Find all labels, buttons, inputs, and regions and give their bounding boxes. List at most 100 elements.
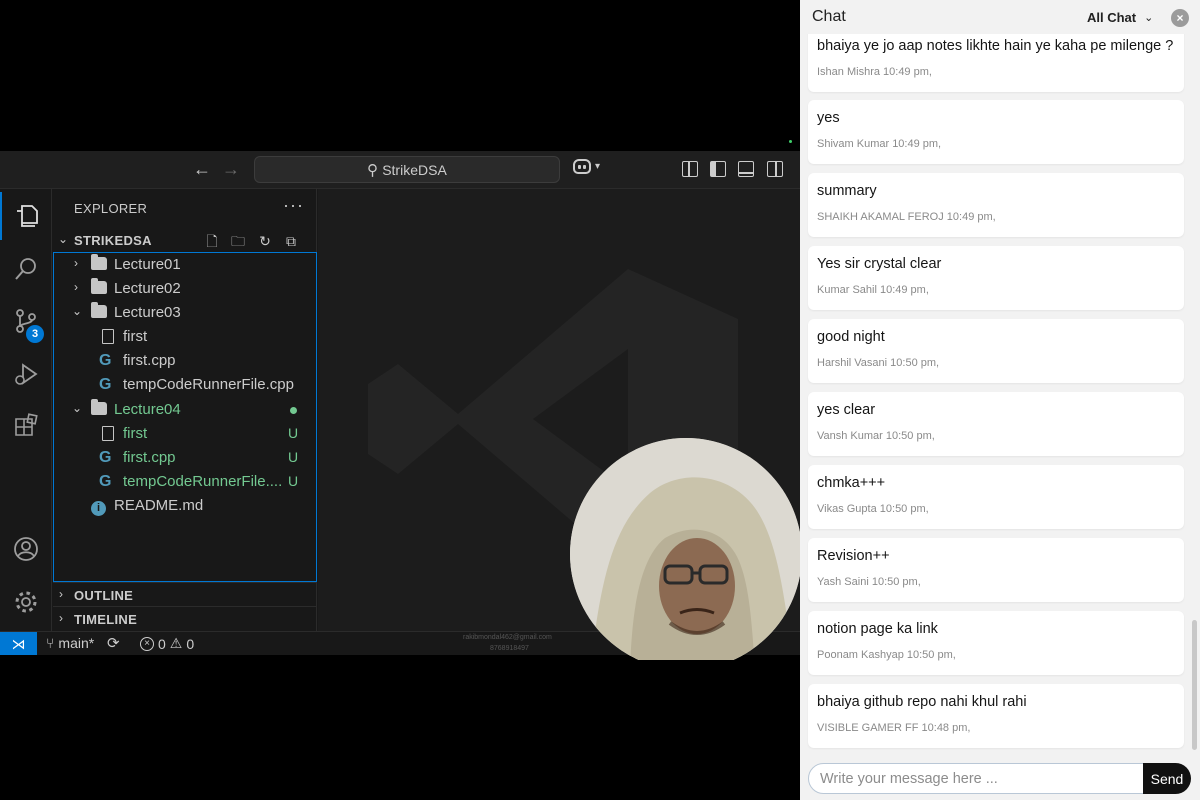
info-icon: i [91, 498, 106, 516]
chat-message: good night Harshil Vasani 10:50 pm, [808, 319, 1184, 383]
chat-message: notion page ka link Poonam Kashyap 10:50… [808, 611, 1184, 675]
tree-item-file[interactable]: first U [54, 422, 314, 446]
command-center-search[interactable]: ⚲ StrikeDSA [254, 156, 560, 183]
explorer-sidebar: EXPLORER ··· ⌄ STRIKEDSA 🗋 🗀 ↻ ⧉ › Lectu… [53, 189, 317, 631]
chevron-right-icon: › [74, 256, 78, 270]
outline-section[interactable]: › OUTLINE [53, 582, 317, 606]
modified-dot [290, 407, 297, 414]
workspace-header[interactable]: ⌄ STRIKEDSA 🗋 🗀 ↻ ⧉ [53, 229, 317, 253]
tree-item-folder[interactable]: › Lecture01 [54, 253, 314, 277]
message-text: bhaiya ye jo aap notes likhte hain ye ka… [817, 38, 1174, 54]
run-debug-icon[interactable] [0, 350, 52, 398]
copilot-icon [573, 159, 591, 174]
timeline-section[interactable]: › TIMELINE [53, 606, 317, 630]
tree-item-file[interactable]: first [54, 325, 314, 349]
message-meta: SHAIKH AKAMAL FEROJ 10:49 pm, [817, 211, 996, 223]
tree-item-label: tempCodeRunnerFile.cpp [123, 376, 294, 393]
cpp-file-icon: G [99, 376, 112, 393]
chat-message: chmka+++ Vikas Gupta 10:50 pm, [808, 465, 1184, 529]
git-branch[interactable]: ⑂ main* [46, 635, 94, 651]
workspace-name: STRIKEDSA [74, 233, 152, 248]
chat-message-input[interactable] [808, 763, 1148, 794]
presenter-video [570, 438, 802, 670]
tree-item-label: README.md [114, 497, 204, 514]
message-text: Revision++ [817, 548, 890, 564]
webcam-clip [570, 660, 810, 680]
tree-item-label: first.cpp [123, 449, 176, 466]
cpp-file-icon: G [99, 449, 112, 466]
chevron-down-icon: ⌄ [72, 401, 83, 415]
chat-filter-dropdown[interactable]: All Chat ⌄ [1087, 10, 1153, 25]
extensions-icon[interactable] [0, 403, 52, 451]
toggle-panel-icon[interactable] [738, 161, 754, 177]
git-status-badge: U [288, 425, 299, 441]
tree-item-folder[interactable]: ⌄ Lecture03 [54, 301, 314, 325]
chevron-down-icon: ⌄ [1144, 12, 1154, 24]
tree-item-file[interactable]: G tempCodeRunnerFile.... U [54, 470, 314, 494]
more-actions-icon[interactable]: ··· [283, 195, 304, 216]
message-meta: Vansh Kumar 10:50 pm, [817, 430, 935, 442]
message-text: Yes sir crystal clear [817, 256, 942, 272]
tree-item-label: tempCodeRunnerFile.... [123, 473, 283, 490]
chat-scrollbar[interactable] [1192, 620, 1197, 750]
problems-indicator[interactable]: × 0 ⚠ 0 [140, 635, 194, 652]
tree-item-file[interactable]: G tempCodeRunnerFile.cpp [54, 373, 314, 397]
message-text: yes [817, 110, 840, 126]
folder-open-icon [91, 302, 107, 322]
source-control-icon[interactable]: 3 [0, 297, 52, 345]
chat-filter-label: All Chat [1087, 10, 1137, 25]
chat-message: bhaiya github repo nahi khul rahi VISIBL… [808, 684, 1184, 748]
branch-icon: ⑂ [46, 635, 55, 651]
forward-arrow-icon[interactable]: → [222, 159, 240, 179]
tree-item-label: Lecture03 [114, 304, 181, 321]
chevron-right-icon: › [59, 587, 63, 601]
chat-message: Revision++ Yash Saini 10:50 pm, [808, 538, 1184, 602]
message-meta: Kumar Sahil 10:49 pm, [817, 284, 929, 296]
message-meta: Shivam Kumar 10:49 pm, [817, 138, 942, 150]
message-meta: Yash Saini 10:50 pm, [817, 576, 921, 588]
error-count: 0 [158, 635, 166, 652]
search-icon: ⚲ [367, 161, 379, 179]
scm-count-badge: 3 [26, 325, 44, 343]
tree-item-label: Lecture04 [114, 401, 181, 418]
copilot-menu[interactable]: ▾ [573, 159, 600, 174]
tree-item-file[interactable]: G first.cpp [54, 349, 314, 373]
tree-item-file[interactable]: i README.md [54, 494, 314, 518]
back-arrow-icon[interactable]: ← [193, 159, 211, 179]
message-text: yes clear [817, 402, 876, 418]
search-icon[interactable] [0, 245, 52, 293]
account-icon[interactable] [0, 525, 52, 573]
webcam-overlay [570, 438, 802, 670]
tree-item-label: first.cpp [123, 352, 176, 369]
toggle-secondary-sidebar-icon[interactable] [767, 161, 783, 177]
chevron-down-icon: ▾ [595, 161, 601, 172]
collapse-all-icon[interactable]: ⧉ [282, 232, 300, 250]
new-folder-icon[interactable]: 🗀 [229, 232, 247, 250]
timeline-label: TIMELINE [74, 612, 138, 627]
outline-label: OUTLINE [74, 588, 134, 603]
git-status-badge: U [288, 449, 299, 465]
tree-item-label: Lecture02 [114, 280, 181, 297]
explorer-icon[interactable] [0, 192, 52, 240]
tree-item-file[interactable]: G first.cpp U [54, 446, 314, 470]
message-meta: Harshil Vasani 10:50 pm, [817, 357, 940, 369]
file-icon [102, 329, 114, 348]
new-file-icon[interactable]: 🗋 [203, 232, 221, 250]
refresh-icon[interactable]: ↻ [256, 232, 274, 250]
toggle-primary-sidebar-icon[interactable] [710, 161, 726, 177]
tree-item-folder[interactable]: › Lecture02 [54, 277, 314, 301]
message-text: good night [817, 329, 885, 345]
remote-indicator-icon[interactable]: ⋊ [0, 632, 37, 655]
send-button[interactable]: Send [1143, 763, 1191, 794]
chat-message-list[interactable]: bhaiya ye jo aap notes likhte hain ye ka… [800, 34, 1200, 757]
explorer-title: EXPLORER [74, 201, 148, 216]
tree-item-folder[interactable]: ⌄ Lecture04 [54, 398, 314, 422]
gear-icon[interactable] [0, 578, 52, 626]
customize-layout-icon[interactable] [682, 161, 698, 177]
folder-icon [91, 278, 107, 298]
close-icon[interactable]: × [1171, 9, 1189, 27]
sync-icon[interactable]: ⟳ [107, 634, 120, 652]
chat-header: Chat All Chat ⌄ × [800, 0, 1200, 34]
folder-open-icon [91, 399, 107, 419]
command-center-label: StrikeDSA [382, 161, 447, 178]
